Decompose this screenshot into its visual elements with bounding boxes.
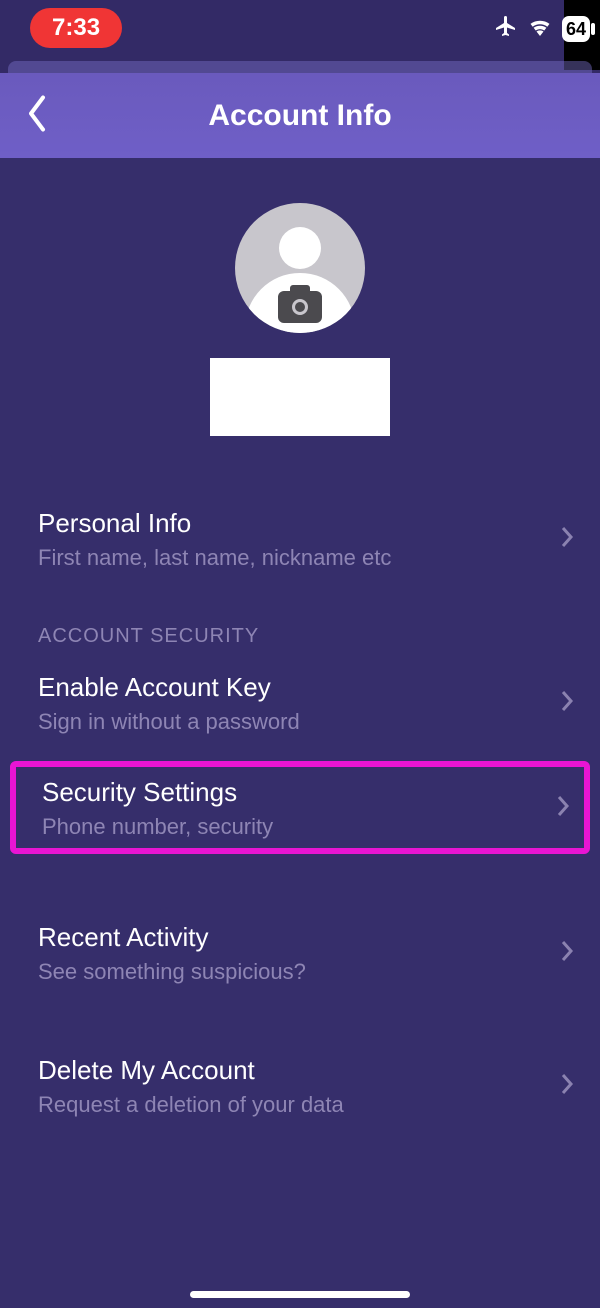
chevron-right-icon: [556, 794, 570, 823]
chevron-right-icon: [560, 689, 574, 718]
item-sub: Request a deletion of your data: [38, 1092, 540, 1118]
item-title: Enable Account Key: [38, 672, 540, 703]
security-settings-item[interactable]: Security Settings Phone number, security: [10, 761, 590, 854]
battery-indicator: 64: [562, 16, 590, 42]
chevron-right-icon: [560, 1072, 574, 1101]
item-sub: Phone number, security: [42, 814, 536, 840]
status-bar: 7:33 64: [0, 0, 600, 55]
enable-account-key-item[interactable]: Enable Account Key Sign in without a pas…: [0, 660, 600, 747]
screen: 7:33 64 Account Info: [0, 0, 600, 1308]
home-indicator[interactable]: [190, 1291, 410, 1298]
profile-name-redacted: [210, 358, 390, 436]
personal-info-item[interactable]: Personal Info First name, last name, nic…: [0, 496, 600, 583]
status-time-pill[interactable]: 7:33: [30, 8, 122, 48]
page-title: Account Info: [208, 99, 391, 133]
airplane-mode-icon: [494, 14, 518, 43]
chevron-right-icon: [560, 939, 574, 968]
account-security-header: ACCOUNT SECURITY: [0, 583, 600, 648]
avatar[interactable]: [235, 203, 365, 333]
profile-block: [0, 158, 600, 436]
content: Personal Info First name, last name, nic…: [0, 158, 600, 1308]
camera-icon[interactable]: [278, 291, 322, 323]
item-title: Delete My Account: [38, 1055, 540, 1086]
item-sub: First name, last name, nickname etc: [38, 545, 540, 571]
nav-shadow: [8, 61, 592, 73]
back-button[interactable]: [22, 93, 52, 138]
item-sub: See something suspicious?: [38, 959, 540, 985]
nav-bar: Account Info: [0, 73, 600, 158]
item-title: Personal Info: [38, 508, 540, 539]
item-sub: Sign in without a password: [38, 709, 540, 735]
status-right-group: 64: [494, 14, 590, 43]
recent-activity-item[interactable]: Recent Activity See something suspicious…: [0, 910, 600, 997]
delete-account-item[interactable]: Delete My Account Request a deletion of …: [0, 1043, 600, 1130]
wifi-icon: [528, 16, 552, 41]
chevron-right-icon: [560, 525, 574, 554]
item-title: Security Settings: [42, 777, 536, 808]
item-title: Recent Activity: [38, 922, 540, 953]
